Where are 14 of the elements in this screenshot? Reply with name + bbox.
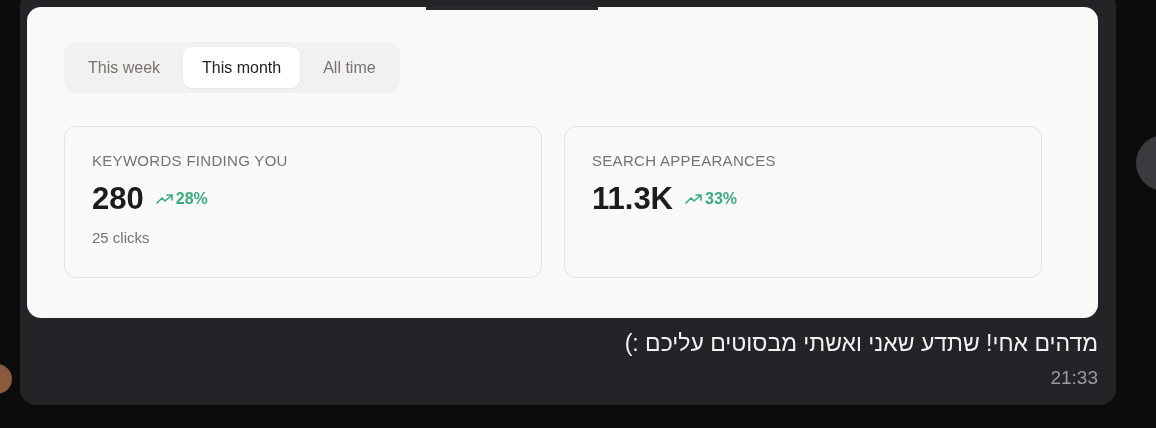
message-text: מדהים אחי! שתדע שאני ואשתי מבסוטים עליכם :) [623,330,1098,357]
stat-change: 33% [705,190,738,208]
message-time: 21:33 [1049,367,1098,389]
period-tab[interactable]: All time [304,47,395,88]
trend-up-icon [685,193,703,205]
stat-subtext: 25 clicks [92,229,151,246]
period-tab[interactable]: This month [183,47,301,88]
stat-value: 11.3K [592,181,673,217]
stat-change: 28% [175,190,208,208]
trend-up-icon [155,193,174,205]
stat-value: 280 [92,181,144,217]
stat-label: SEARCH APPEARANCES [592,152,777,169]
period-tab[interactable]: This week [69,47,180,88]
stat-label: KEYWORDS FINDING YOU [92,152,289,169]
